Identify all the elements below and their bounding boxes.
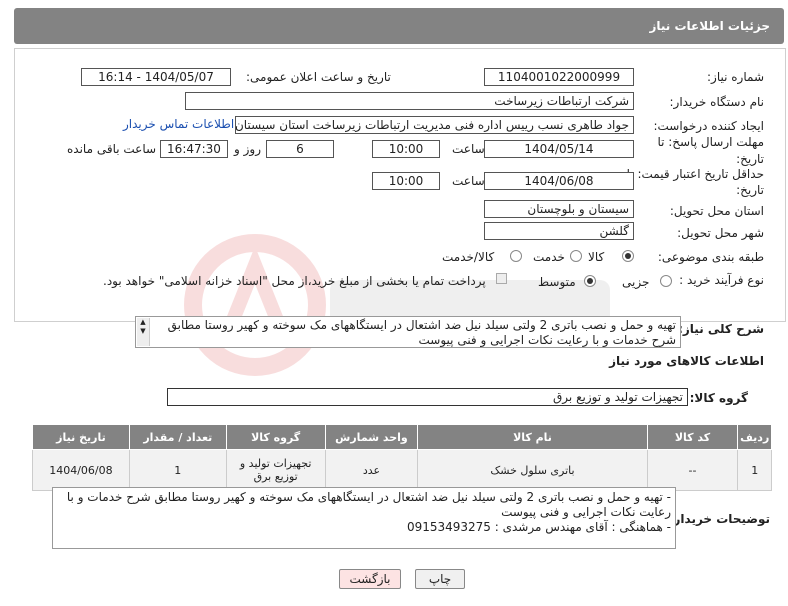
category-radio-service[interactable]: [570, 250, 582, 262]
city-label: شهر محل تحویل:: [677, 226, 764, 240]
process-option-medium: متوسط: [538, 275, 576, 289]
description-textarea[interactable]: تهیه و حمل و نصب باتری 2 ولتی سیلد نیل ض…: [135, 316, 681, 348]
category-option-service: خدمت: [533, 250, 565, 264]
print-button[interactable]: چاپ: [415, 569, 465, 589]
goods-table-header: ردیف کد کالا نام کالا واحد شمارش گروه کا…: [32, 424, 772, 450]
page-header: جزئیات اطلاعات نیاز: [14, 8, 784, 44]
buyer-org-label: نام دستگاه خریدار:: [669, 95, 765, 109]
buyer-notes-line: رعایت نکات اجرایی و فنی پیوست: [501, 505, 671, 519]
remaining-label: ساعت باقی مانده: [67, 142, 157, 156]
buyer-notes-label: توضیحات خریدار:: [668, 512, 770, 526]
description-label: شرح کلی نیاز:: [678, 322, 764, 336]
creator-field: جواد طاهری نسب رییس اداره فنی مدیریت ارت…: [235, 116, 634, 134]
cell-name: باتری سلول خشک: [417, 449, 648, 491]
days-label: روز و: [234, 142, 261, 156]
province-field: سیستان و بلوچستان: [484, 200, 634, 218]
reply-time-field: 10:00: [372, 140, 440, 158]
col-date: تاریخ نیاز: [32, 424, 130, 450]
col-row: ردیف: [737, 424, 772, 450]
category-radio-goods-service[interactable]: [510, 250, 522, 262]
category-label: طبقه بندی موضوعی:: [657, 250, 764, 264]
remaining-time-field: 16:47:30: [160, 140, 228, 158]
cell-quantity: 1: [128, 449, 227, 491]
process-label: نوع فرآیند خرید :: [679, 273, 764, 287]
description-text: تهیه و حمل و نصب باتری 2 ولتی سیلد نیل ض…: [167, 318, 676, 347]
category-radio-goods[interactable]: [622, 250, 634, 262]
goods-group-label: گروه کالا:: [689, 391, 748, 405]
col-quantity: تعداد / مقدار: [128, 424, 227, 450]
price-time-label: ساعت: [452, 174, 485, 188]
goods-group-field: تجهیزات تولید و توزیع برق: [167, 388, 688, 406]
col-group: گروه کالا: [225, 424, 326, 450]
table-row: 1 -- باتری سلول خشک عدد تجهیزات تولید و …: [32, 449, 772, 491]
buyer-notes-line: - تهیه و حمل و نصب باتری 2 ولتی سیلد نیل…: [66, 490, 671, 504]
creator-label: ایجاد کننده درخواست:: [653, 119, 764, 133]
contact-buyer-link[interactable]: اطلاعات تماس خریدار: [123, 117, 234, 131]
cell-unit: عدد: [324, 449, 419, 491]
process-radio-minor[interactable]: [660, 275, 672, 287]
announce-field: 1404/05/07 - 16:14: [81, 68, 231, 86]
days-field: 6: [266, 140, 334, 158]
price-date-field: 1404/06/08: [484, 172, 634, 190]
category-option-goods: کالا: [588, 250, 605, 264]
cell-code: --: [646, 449, 739, 491]
announce-label: تاریخ و ساعت اعلان عمومی:: [246, 70, 391, 84]
treasury-checkbox[interactable]: [496, 273, 507, 284]
province-label: استان محل تحویل:: [669, 204, 764, 218]
reply-deadline-label: مهلت ارسال پاسخ: تا تاریخ:: [657, 135, 764, 166]
process-option-minor: جزیی: [622, 275, 650, 289]
cell-date: 1404/06/08: [32, 449, 130, 491]
need-number-label: شماره نیاز:: [707, 70, 764, 84]
buyer-org-field: شرکت ارتباطات زیرساخت: [185, 92, 634, 110]
description-scrollbar[interactable]: ▲ ▼: [137, 318, 150, 346]
page-title: جزئیات اطلاعات نیاز: [649, 19, 770, 33]
payment-note: پرداخت تمام یا بخشی از مبلغ خرید،از محل …: [103, 274, 486, 288]
buyer-notes-line: - هماهنگی : آقای مهندس مرشدی : 091534932…: [406, 520, 671, 534]
city-field: گلشن: [484, 222, 634, 240]
col-name: نام کالا: [417, 424, 648, 450]
col-code: کد کالا: [646, 424, 739, 450]
back-button[interactable]: بازگشت: [339, 569, 401, 589]
process-radio-medium[interactable]: [584, 275, 596, 287]
col-unit: واحد شمارش: [324, 424, 419, 450]
reply-date-field: 1404/05/14: [484, 140, 634, 158]
buyer-notes-textarea[interactable]: - تهیه و حمل و نصب باتری 2 ولتی سیلد نیل…: [52, 487, 676, 549]
goods-section-title: اطلاعات کالاهای مورد نیاز: [609, 354, 764, 368]
price-time-field: 10:00: [372, 172, 440, 190]
reply-time-label: ساعت: [452, 142, 485, 156]
price-deadline-label: حداقل تاریخ اعتبار قیمت: تا تاریخ:: [626, 167, 764, 197]
need-number-field: 1104001022000999: [484, 68, 634, 86]
cell-group: تجهیزات تولید و توزیع برق: [225, 449, 326, 491]
category-option-goods-service: کالا/خدمت: [442, 250, 495, 264]
cell-row: 1: [737, 449, 772, 491]
goods-table: ردیف کد کالا نام کالا واحد شمارش گروه کا…: [32, 424, 772, 491]
